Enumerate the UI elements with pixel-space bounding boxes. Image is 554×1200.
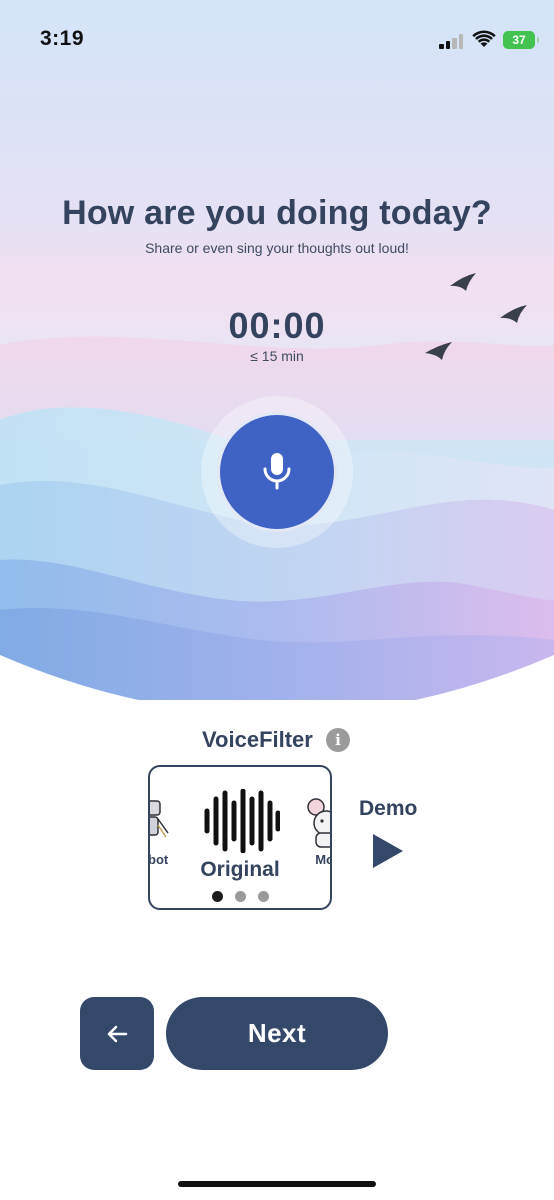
record-button[interactable] [217, 412, 337, 532]
next-button[interactable]: Next [166, 997, 388, 1070]
status-bar: 3:19 37 [0, 0, 554, 82]
play-icon[interactable] [371, 832, 405, 870]
demo-label: Demo [359, 797, 418, 820]
info-icon[interactable]: i [326, 728, 350, 752]
voice-filter-carousel[interactable]: bot Original Mo [148, 765, 332, 910]
prompt-subtitle: Share or even sing your thoughts out lou… [145, 240, 409, 256]
microphone-icon [263, 453, 291, 490]
cellular-signal-icon [439, 33, 465, 49]
prompt-title: How are you doing today? [62, 194, 492, 232]
back-button[interactable] [80, 997, 154, 1070]
wifi-icon [472, 30, 496, 47]
battery-icon: 37 [503, 31, 539, 49]
next-filter-label: Mo [315, 852, 330, 867]
carousel-pagination [150, 891, 330, 902]
arrow-left-icon [107, 1025, 128, 1042]
waveform-icon [204, 789, 280, 853]
selected-filter-label: Original [200, 858, 280, 881]
status-time: 3:19 [40, 27, 85, 50]
recording-timer: 00:00 [228, 305, 326, 346]
pagination-dot[interactable] [234, 891, 246, 902]
home-indicator[interactable] [178, 1181, 376, 1187]
pagination-dot[interactable] [257, 891, 269, 902]
voice-filter-title: VoiceFilter [202, 727, 313, 752]
recording-limit: ≤ 15 min [250, 348, 304, 364]
pagination-dot[interactable] [211, 891, 223, 902]
